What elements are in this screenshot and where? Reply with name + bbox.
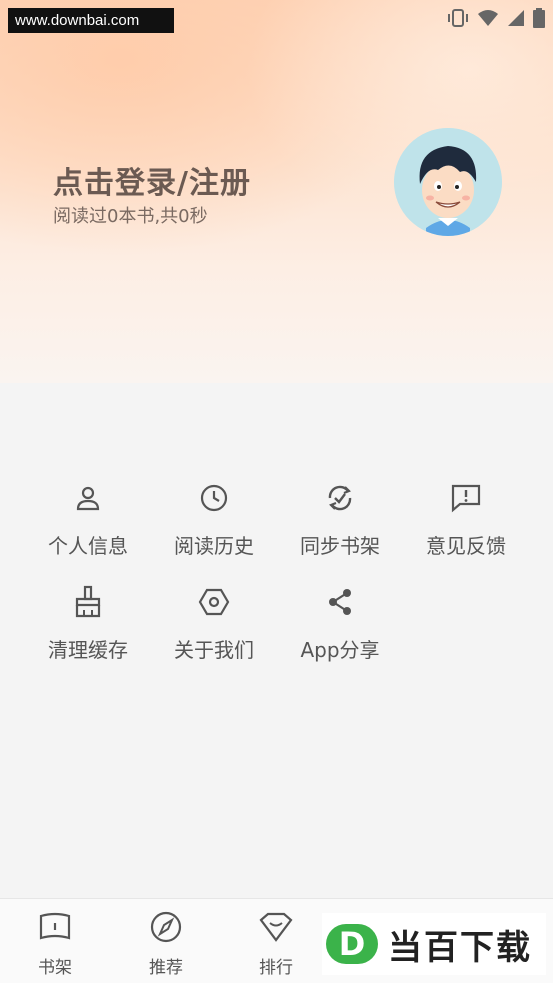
nav-tab-label: 推荐 bbox=[149, 958, 183, 978]
menu-item-label: 同步书架 bbox=[300, 534, 380, 558]
menu-item-sync-bookshelf[interactable]: 同步书架 bbox=[277, 478, 403, 566]
avatar[interactable] bbox=[394, 128, 502, 236]
signal-icon bbox=[507, 9, 525, 31]
menu-item-reading-history[interactable]: 阅读历史 bbox=[151, 478, 277, 566]
ranking-icon bbox=[258, 911, 294, 947]
hex-nut-icon bbox=[197, 582, 231, 622]
menu-item-app-share[interactable]: App分享 bbox=[277, 582, 403, 670]
book-icon bbox=[38, 911, 72, 947]
nav-tab-label: 书架 bbox=[38, 958, 72, 978]
wifi-icon bbox=[477, 9, 499, 31]
sync-icon bbox=[323, 478, 357, 518]
login-register-link[interactable]: 点击登录/注册 bbox=[53, 158, 251, 202]
menu-item-label: 个人信息 bbox=[48, 534, 128, 558]
menu-item-label: 意见反馈 bbox=[426, 534, 506, 558]
brand-logo: D 当百下载 bbox=[322, 913, 546, 975]
menu-grid: 个人信息 阅读历史 同步书架 意见反馈 清理缓存 关于我们 App分享 bbox=[25, 478, 530, 670]
reading-stats: 阅读过0本书,共0秒 bbox=[53, 206, 208, 227]
menu-item-clear-cache[interactable]: 清理缓存 bbox=[25, 582, 151, 670]
share-icon bbox=[323, 582, 357, 622]
menu-item-label: App分享 bbox=[300, 638, 380, 662]
compass-icon bbox=[149, 911, 183, 947]
clock-icon bbox=[197, 478, 231, 518]
nav-tab-bookshelf[interactable]: 书架 bbox=[15, 911, 95, 978]
nav-tab-recommend[interactable]: 推荐 bbox=[126, 911, 206, 978]
menu-item-about-us[interactable]: 关于我们 bbox=[151, 582, 277, 670]
menu-item-profile-info[interactable]: 个人信息 bbox=[25, 478, 151, 566]
profile-header: www.downbai.com 点击登录/注册 阅读过0本书,共0秒 bbox=[0, 0, 553, 383]
brand-logo-badge: D bbox=[326, 924, 378, 964]
broom-icon bbox=[71, 582, 105, 622]
status-bar bbox=[447, 8, 545, 32]
menu-item-label: 阅读历史 bbox=[174, 534, 254, 558]
brand-logo-text: 当百下载 bbox=[388, 927, 532, 968]
menu-item-feedback[interactable]: 意见反馈 bbox=[403, 478, 529, 566]
menu-item-label: 关于我们 bbox=[174, 638, 254, 662]
battery-icon bbox=[533, 8, 545, 32]
user-icon bbox=[71, 478, 105, 518]
feedback-icon bbox=[449, 478, 483, 518]
nav-tab-label: 排行 bbox=[259, 958, 293, 978]
nav-tab-ranking[interactable]: 排行 bbox=[236, 911, 316, 978]
watermark-url: www.downbai.com bbox=[8, 8, 174, 33]
menu-item-label: 清理缓存 bbox=[48, 638, 128, 662]
vibrate-icon bbox=[447, 8, 469, 32]
